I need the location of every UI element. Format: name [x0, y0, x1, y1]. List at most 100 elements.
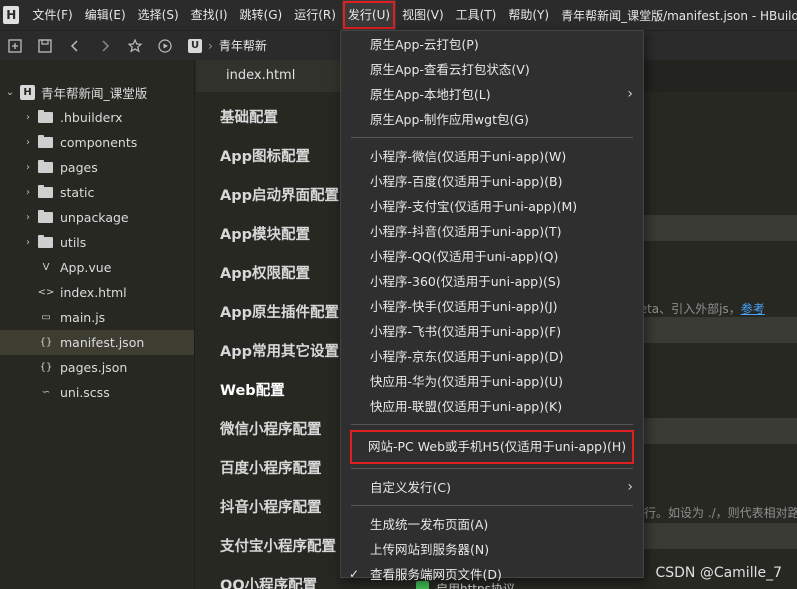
menu-item-mp-jd[interactable]: 小程序-京东(仅适用于uni-app)(D): [341, 344, 643, 369]
tree-file[interactable]: <> index.html: [0, 280, 194, 305]
forward-icon[interactable]: [90, 31, 120, 61]
tree-folder[interactable]: › unpackage: [0, 205, 194, 230]
config-app-splash[interactable]: App启动界面配置: [220, 184, 339, 205]
config-baidu[interactable]: 百度小程序配置: [220, 457, 322, 478]
tree-item-label: App.vue: [60, 260, 112, 275]
menu-run[interactable]: 运行(R): [288, 0, 342, 30]
project-root[interactable]: ⌄ H 青年帮新闻_课堂版: [0, 80, 194, 105]
menu-item-app-cloud-pack[interactable]: 原生App-云打包(P): [341, 32, 643, 57]
tree-file[interactable]: {} manifest.json: [0, 330, 194, 355]
menu-find[interactable]: 查找(I): [185, 0, 234, 30]
run-icon[interactable]: [150, 31, 180, 61]
tree-folder[interactable]: › utils: [0, 230, 194, 255]
menu-item-label: 小程序-快手(仅适用于uni-app)(J): [370, 299, 558, 314]
chevron-right-icon: ›: [26, 237, 30, 248]
breadcrumb-project[interactable]: 青年帮新: [219, 37, 267, 54]
config-qq[interactable]: QQ小程序配置: [220, 574, 317, 589]
chevron-right-icon: ›: [26, 112, 30, 123]
config-alipay[interactable]: 支付宝小程序配置: [220, 535, 336, 556]
config-weixin[interactable]: 微信小程序配置: [220, 418, 322, 439]
tree-folder[interactable]: › static: [0, 180, 194, 205]
menu-separator: [351, 468, 633, 469]
menu-goto[interactable]: 跳转(G): [234, 0, 289, 30]
menu-item-quickapp-huawei[interactable]: 快应用-华为(仅适用于uni-app)(U): [341, 369, 643, 394]
tree-item-label: uni.scss: [60, 385, 110, 400]
tree-item-label: pages: [60, 160, 98, 175]
menu-item-mp-qq[interactable]: 小程序-QQ(仅适用于uni-app)(Q): [341, 244, 643, 269]
menu-item-mp-360[interactable]: 小程序-360(仅适用于uni-app)(S): [341, 269, 643, 294]
menu-bar: H 文件(F) 编辑(E) 选择(S) 查找(I) 跳转(G) 运行(R) 发行…: [0, 0, 797, 30]
json-file-icon: {}: [39, 362, 53, 373]
menu-item-app-wgt[interactable]: 原生App-制作应用wgt包(G): [341, 107, 643, 132]
menu-item-label: 小程序-京东(仅适用于uni-app)(D): [370, 349, 564, 364]
menu-item-web-h5[interactable]: 网站-PC Web或手机H5(仅适用于uni-app)(H): [350, 430, 634, 464]
menu-separator: [351, 137, 633, 138]
menu-item-upload-site[interactable]: 上传网站到服务器(N): [341, 537, 643, 562]
menu-item-mp-alipay[interactable]: 小程序-支付宝(仅适用于uni-app)(M): [341, 194, 643, 219]
chevron-right-icon: ›: [26, 162, 30, 173]
config-app-permissions[interactable]: App权限配置: [220, 262, 310, 283]
folder-icon: [38, 235, 53, 248]
menu-view[interactable]: 视图(V): [396, 0, 450, 30]
tree-item-label: unpackage: [60, 210, 129, 225]
menu-item-label: 小程序-支付宝(仅适用于uni-app)(M): [370, 199, 578, 214]
menu-item-label: 小程序-百度(仅适用于uni-app)(B): [370, 174, 563, 189]
tree-item-label: utils: [60, 235, 87, 250]
menu-item-label: 小程序-抖音(仅适用于uni-app)(T): [370, 224, 562, 239]
menu-item-mp-douyin[interactable]: 小程序-抖音(仅适用于uni-app)(T): [341, 219, 643, 244]
config-web[interactable]: Web配置: [220, 379, 285, 400]
menu-tools[interactable]: 工具(T): [450, 0, 503, 30]
config-app-icon[interactable]: App图标配置: [220, 145, 310, 166]
menu-item-generate-page[interactable]: 生成统一发布页面(A): [341, 512, 643, 537]
tree-file[interactable]: ▭ main.js: [0, 305, 194, 330]
tree-item-label: manifest.json: [60, 335, 145, 350]
menu-item-mp-baidu[interactable]: 小程序-百度(仅适用于uni-app)(B): [341, 169, 643, 194]
menu-item-mp-weixin[interactable]: 小程序-微信(仅适用于uni-app)(W): [341, 144, 643, 169]
project-name: 青年帮新闻_课堂版: [41, 86, 148, 101]
chevron-right-icon: ›: [26, 212, 30, 223]
menu-publish[interactable]: 发行(U): [341, 0, 397, 30]
star-icon[interactable]: [120, 31, 150, 61]
menu-item-app-cloud-status[interactable]: 原生App-查看云打包状态(V): [341, 57, 643, 82]
menu-item-label: 小程序-360(仅适用于uni-app)(S): [370, 274, 561, 289]
tree-item-label: components: [60, 135, 138, 150]
config-douyin[interactable]: 抖音小程序配置: [220, 496, 322, 517]
menu-item-mp-kuaishou[interactable]: 小程序-快手(仅适用于uni-app)(J): [341, 294, 643, 319]
tree-file[interactable]: V App.vue: [0, 255, 194, 280]
chevron-down-icon: ⌄: [5, 87, 15, 98]
hbuilderx-logo-icon: H: [3, 6, 20, 24]
menu-edit[interactable]: 编辑(E): [79, 0, 132, 30]
chevron-right-icon: ›: [208, 38, 213, 53]
tree-item-label: index.html: [60, 285, 127, 300]
breadcrumb: U › 青年帮新: [188, 37, 267, 54]
menu-item-quickapp-union[interactable]: 快应用-联盟(仅适用于uni-app)(K): [341, 394, 643, 419]
vue-file-icon: V: [42, 262, 50, 273]
menu-item-mp-feishu[interactable]: 小程序-飞书(仅适用于uni-app)(F): [341, 319, 643, 344]
chevron-right-icon: ›: [26, 187, 30, 198]
hint-meta-link[interactable]: 参考: [741, 302, 765, 316]
tree-file[interactable]: ∽ uni.scss: [0, 380, 194, 405]
tree-folder[interactable]: › pages: [0, 155, 194, 180]
menu-item-label: 原生App-云打包(P): [370, 37, 479, 52]
menu-item-custom-publish[interactable]: 自定义发行(C) ›: [341, 475, 643, 500]
config-app-modules[interactable]: App模块配置: [220, 223, 310, 244]
tree-folder[interactable]: › .hbuilderx: [0, 105, 194, 130]
config-app-native-plugins[interactable]: App原生插件配置: [220, 301, 339, 322]
tree-folder[interactable]: › components: [0, 130, 194, 155]
config-basic[interactable]: 基础配置: [220, 106, 278, 127]
menu-item-view-server-files[interactable]: ✓ 查看服务端网页文件(D): [341, 562, 643, 587]
tree-file[interactable]: {} pages.json: [0, 355, 194, 380]
menu-separator: [351, 505, 633, 506]
config-app-other[interactable]: App常用其它设置: [220, 340, 339, 361]
folder-icon: [38, 110, 53, 123]
hint-relative: 行。如设为 ./，则代表相对路: [644, 506, 797, 520]
new-file-icon[interactable]: [0, 31, 30, 61]
menu-help[interactable]: 帮助(Y): [502, 0, 555, 30]
menu-file[interactable]: 文件(F): [26, 0, 78, 30]
back-icon[interactable]: [60, 31, 90, 61]
menu-select[interactable]: 选择(S): [132, 0, 185, 30]
tab-index-html[interactable]: index.html: [196, 60, 346, 92]
menu-item-app-local-pack[interactable]: 原生App-本地打包(L) ›: [341, 82, 643, 107]
scss-file-icon: ∽: [41, 387, 51, 398]
save-icon[interactable]: [30, 31, 60, 61]
